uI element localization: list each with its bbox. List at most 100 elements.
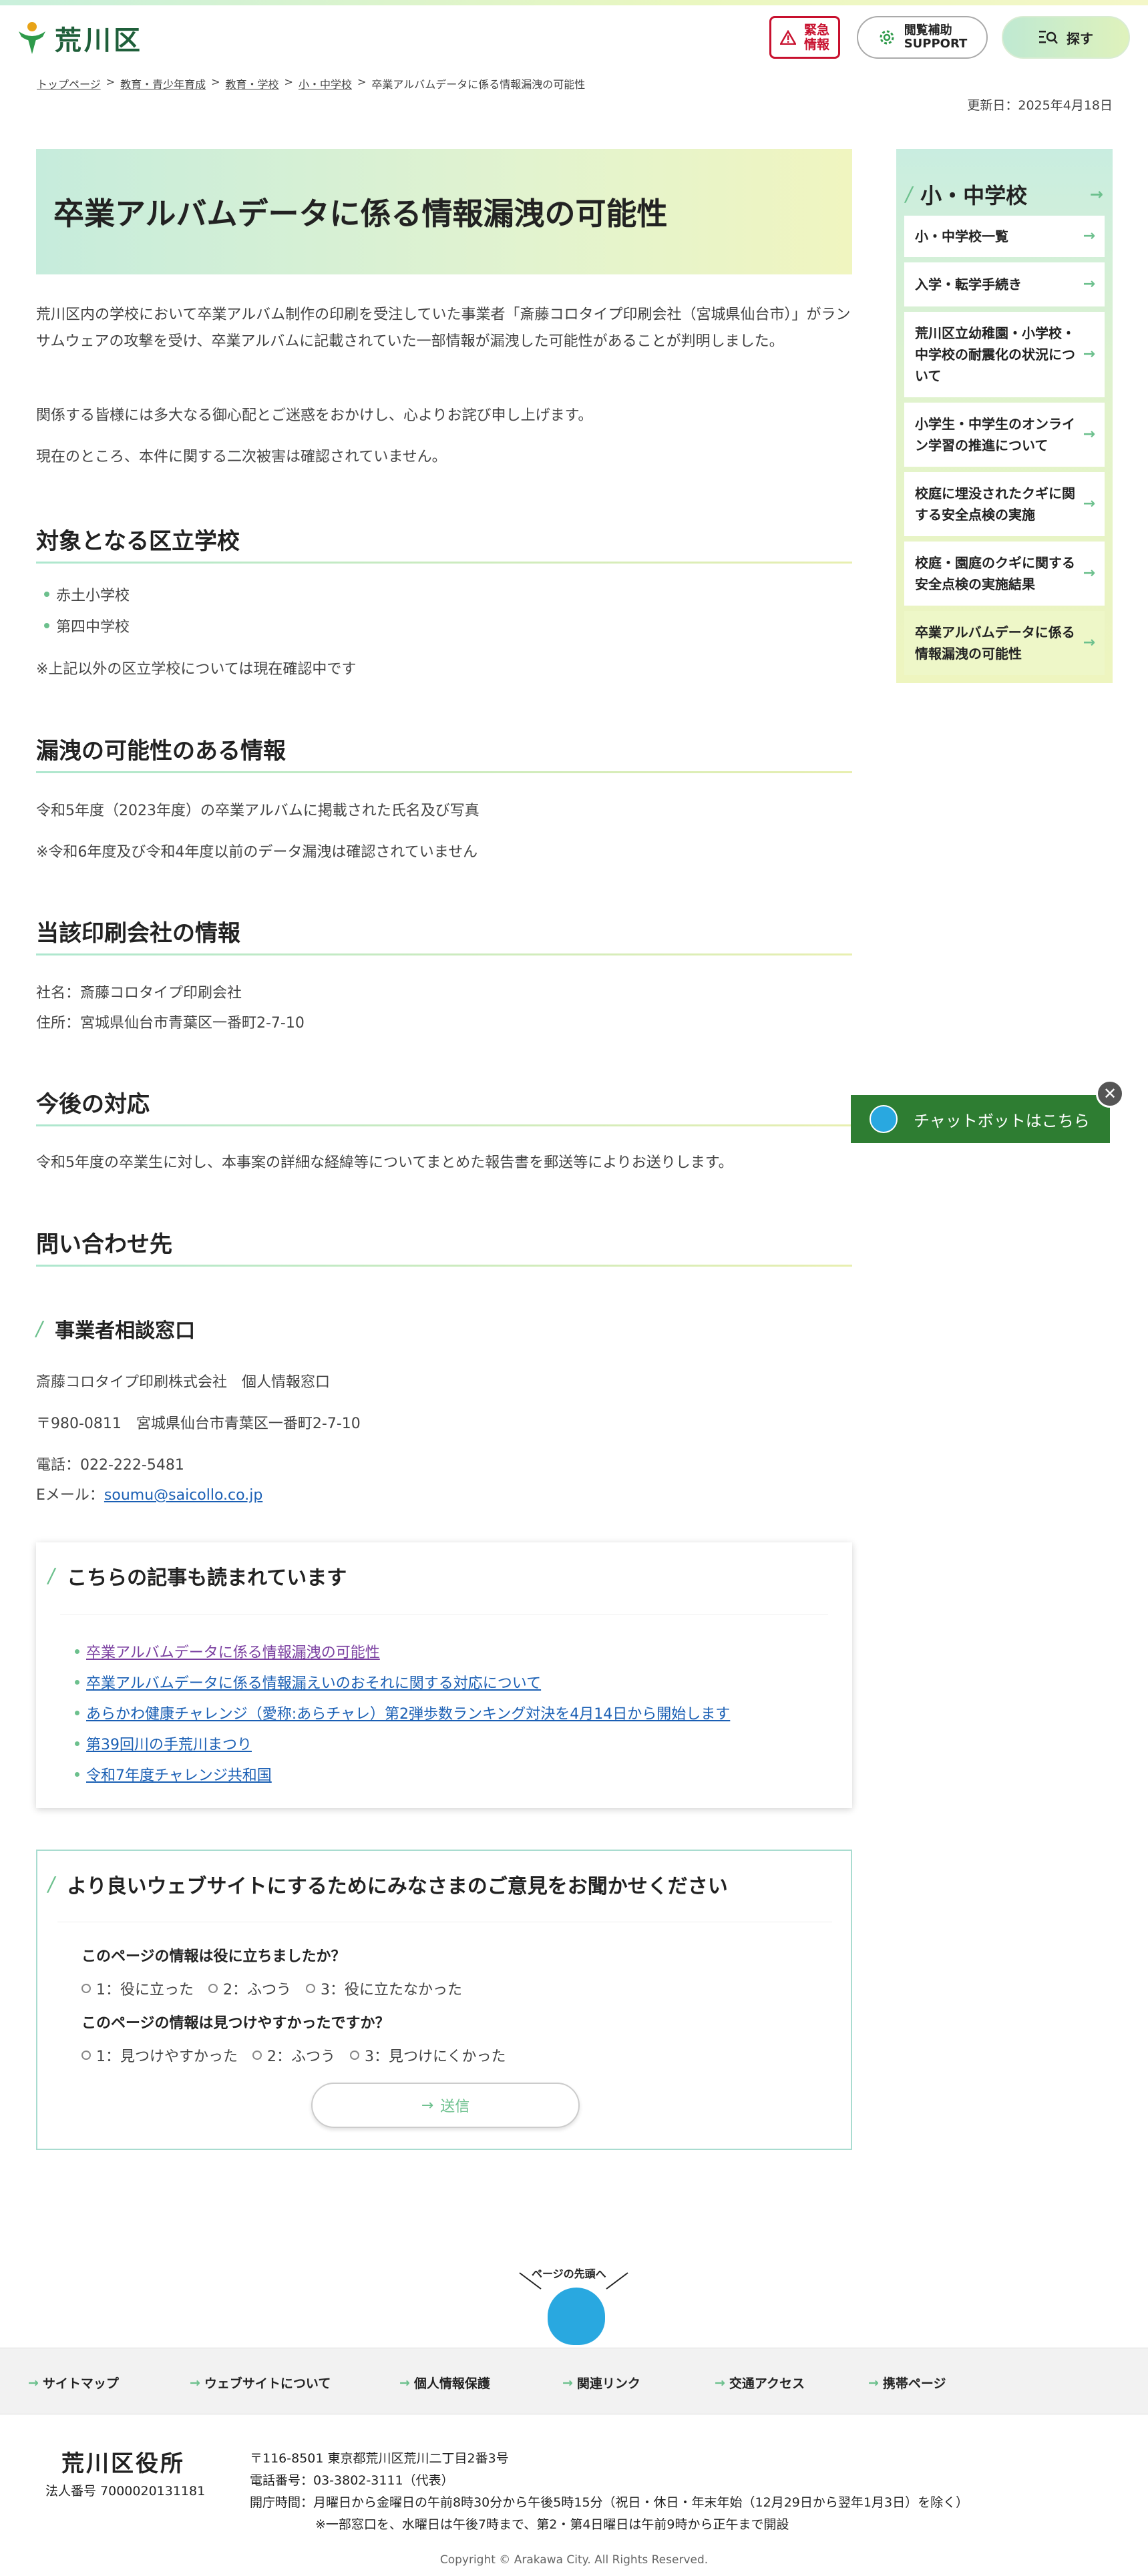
- emergency-info-button[interactable]: 緊急 情報: [769, 16, 840, 59]
- radio-label: 3：役に立たなかった: [321, 1982, 462, 1998]
- main-content: 卒業アルバムデータに係る情報漏洩の可能性: [36, 149, 852, 274]
- page-title: 卒業アルバムデータに係る情報漏洩の可能性: [53, 196, 668, 232]
- chatbot-button[interactable]: チャットボットはこちら: [851, 1095, 1110, 1143]
- radio-option[interactable]: 1：見つけやすかった: [81, 2045, 238, 2066]
- footer-link-access[interactable]: → 交通アクセス: [715, 2374, 805, 2392]
- related-link[interactable]: 卒業アルバムデータに係る情報漏えいのおそれに関する対応について: [86, 1671, 541, 1693]
- arrow-right-icon: →: [421, 2097, 434, 2114]
- side-nav-item[interactable]: 入学・転学手続き →: [904, 262, 1105, 306]
- arrow-right-icon: →: [1089, 185, 1103, 204]
- radio-button[interactable]: [350, 2051, 359, 2060]
- radio-button[interactable]: [306, 1984, 315, 1993]
- search-icon: [1039, 31, 1058, 44]
- radio-button[interactable]: [208, 1984, 218, 1993]
- slash-decoration-icon: /: [903, 182, 915, 206]
- related-link[interactable]: 第39回川の手荒川まつり: [86, 1733, 252, 1754]
- radio-button[interactable]: [81, 2051, 91, 2060]
- arrow-right-icon: →: [28, 2375, 39, 2390]
- related-list: 卒業アルバムデータに係る情報漏洩の可能性 卒業アルバムデータに係る情報漏えいのお…: [75, 1636, 730, 1789]
- arrow-right-icon: →: [1083, 495, 1095, 512]
- footer-link-related[interactable]: → 関連リンク: [562, 2374, 640, 2392]
- side-nav-item-label: 荒川区立幼稚園・小学校・中学校の耐震化の状況について: [915, 325, 1075, 384]
- related-link[interactable]: あらかわ健康チャレンジ（愛称:あらチャレ）第2弾歩数ランキング対決を4月14日か…: [86, 1702, 730, 1723]
- mascot-icon: [870, 1105, 898, 1133]
- side-nav-item[interactable]: 荒川区立幼稚園・小学校・中学校の耐震化の状況について →: [904, 312, 1105, 397]
- footer-link-about[interactable]: → ウェブサイトについて: [190, 2374, 331, 2392]
- arrow-right-icon: →: [190, 2375, 200, 2390]
- breadcrumb-education-school[interactable]: 教育・学校: [226, 75, 279, 91]
- heading-future-response: 今後の対応: [36, 1086, 852, 1126]
- warning-icon: [779, 30, 796, 45]
- breadcrumb-top[interactable]: トップページ: [37, 75, 101, 91]
- chatbot-label: チャットボットはこちら: [914, 1111, 1090, 1130]
- radio-label: 3：見つけにくかった: [365, 2049, 506, 2065]
- survey-options-1: 1：役に立った 2：ふつう 3：役に立たなかった: [81, 1978, 462, 1999]
- related-articles-box: / こちらの記事も読まれています 卒業アルバムデータに係る情報漏洩の可能性 卒業…: [36, 1542, 852, 1808]
- submit-button[interactable]: → 送信: [311, 2083, 580, 2128]
- side-nav-item[interactable]: 校庭・園庭のクギに関する安全点検の実施結果 →: [904, 542, 1105, 606]
- side-nav-item-label: 入学・転学手続き: [915, 276, 1022, 292]
- site-header: 荒川区 緊急 情報 閲覧補助 SUPPORT 探す: [0, 5, 1148, 72]
- page-title-box: 卒業アルバムデータに係る情報漏洩の可能性: [36, 149, 852, 274]
- page-top-label: ページの先頭へ: [532, 2268, 606, 2280]
- list-item: 第39回川の手荒川まつり: [75, 1728, 730, 1759]
- heading-target-schools: 対象となる区立学校: [36, 523, 852, 564]
- radio-label: 1：見つけやすかった: [96, 2049, 238, 2065]
- list-item: 卒業アルバムデータに係る情報漏えいのおそれに関する対応について: [75, 1667, 730, 1697]
- footer-link-privacy[interactable]: → 個人情報保護: [399, 2374, 490, 2392]
- arrow-right-icon: →: [1083, 346, 1095, 363]
- footer-link-mobile[interactable]: → 携帯ページ: [868, 2374, 946, 2392]
- related-link[interactable]: 卒業アルバムデータに係る情報漏洩の可能性: [86, 1641, 380, 1662]
- footer-hours: 開庁時間：月曜日から金曜日の午前8時30分から午後5時15分（祝日・休日・年末年…: [250, 2495, 969, 2510]
- side-nav-item-label: 校庭に埋没されたクギに関する安全点検の実施: [915, 485, 1075, 523]
- radio-button[interactable]: [252, 2051, 262, 2060]
- contact-postal: 〒980-0811 宮城県仙台市青葉区一番町2-7-10: [36, 1416, 361, 1432]
- radio-option[interactable]: 3：役に立たなかった: [306, 1978, 462, 1999]
- side-nav-item-label: 小学生・中学生のオンライン学習の推進について: [915, 416, 1075, 453]
- search-button[interactable]: 探す: [1002, 16, 1130, 59]
- contact-subheading: / 事業者相談窓口: [34, 1314, 195, 1343]
- intro-paragraph-2: 関係する皆様には多大なる御心配とご迷惑をおかけし、心よりお詫び申し上げます。: [36, 407, 593, 424]
- arrow-right-icon: →: [1083, 426, 1095, 443]
- footer-link-sitemap[interactable]: → サイトマップ: [28, 2374, 119, 2392]
- site-logo[interactable]: 荒川区: [16, 19, 143, 57]
- updated-date: 更新日：2025年4月18日: [967, 98, 1113, 113]
- arrow-right-icon: →: [1083, 565, 1095, 582]
- leak-info-1: 令和5年度（2023年度）の卒業アルバムに掲載された氏名及び写真: [36, 803, 480, 819]
- breadcrumb-elementary-junior[interactable]: 小・中学校: [299, 75, 352, 91]
- page-top-button[interactable]: ページの先頭へ: [517, 2260, 630, 2346]
- schools-note: ※上記以外の区立学校については現在確認中です: [36, 661, 357, 678]
- heading-contact: 問い合わせ先: [36, 1226, 852, 1267]
- arrow-right-icon: →: [1083, 276, 1095, 292]
- footer-link-label: ウェブサイトについて: [204, 2376, 331, 2391]
- arrow-right-icon: →: [399, 2375, 410, 2390]
- arrow-right-icon: →: [868, 2375, 879, 2390]
- side-nav-item[interactable]: 小学生・中学生のオンライン学習の推進について →: [904, 403, 1105, 467]
- radio-option[interactable]: 2：ふつう: [252, 2045, 335, 2066]
- company-name: 社名：斎藤コロタイプ印刷会社: [36, 985, 242, 1002]
- breadcrumb-education-youth[interactable]: 教育・青少年育成: [120, 75, 206, 91]
- future-response-text: 令和5年度の卒業生に対し、本事案の詳細な経緯等についてまとめた報告書を郵送等によ…: [36, 1154, 733, 1171]
- list-item: 卒業アルバムデータに係る情報漏洩の可能性: [75, 1636, 730, 1667]
- side-nav-title[interactable]: / 小・中学校 →: [903, 179, 1106, 210]
- radio-option[interactable]: 1：役に立った: [81, 1978, 194, 1999]
- email-link[interactable]: soumu@saicollo.co.jp: [104, 1487, 262, 1504]
- side-nav-item[interactable]: 校庭に埋没されたクギに関する安全点検の実施 →: [904, 472, 1105, 536]
- side-nav-item-current[interactable]: 卒業アルバムデータに係る情報漏洩の可能性 →: [904, 611, 1105, 675]
- related-link[interactable]: 令和7年度チャレンジ共和国: [86, 1763, 272, 1785]
- accessibility-support-button[interactable]: 閲覧補助 SUPPORT: [857, 16, 988, 59]
- chatbot-close-icon[interactable]: ✕: [1096, 1080, 1124, 1108]
- list-item: 令和7年度チャレンジ共和国: [75, 1759, 730, 1789]
- logo-text: 荒川区: [55, 25, 143, 56]
- side-nav-item-label: 校庭・園庭のクギに関する安全点検の実施結果: [915, 555, 1075, 592]
- radio-button[interactable]: [81, 1984, 91, 1993]
- survey-heading-text: より良いウェブサイトにするためにみなさまのご意見をお聞かせください: [67, 1875, 728, 1898]
- radio-label: 1：役に立った: [96, 1982, 194, 1998]
- side-nav-item[interactable]: 小・中学校一覧 →: [904, 216, 1105, 257]
- survey-heading: / より良いウェブサイトにするためにみなさまのご意見をお聞かせください: [46, 1870, 728, 1899]
- radio-option[interactable]: 3：見つけにくかった: [350, 2045, 506, 2066]
- survey-question-2: このページの情報は見つけやすかったですか？: [81, 2015, 390, 2032]
- intro-paragraph-1: 荒川区内の学校において卒業アルバム制作の印刷を受注していた事業者「斎藤コロタイプ…: [36, 306, 851, 350]
- radio-option[interactable]: 2：ふつう: [208, 1978, 291, 1999]
- support-label-2: SUPPORT: [904, 37, 968, 51]
